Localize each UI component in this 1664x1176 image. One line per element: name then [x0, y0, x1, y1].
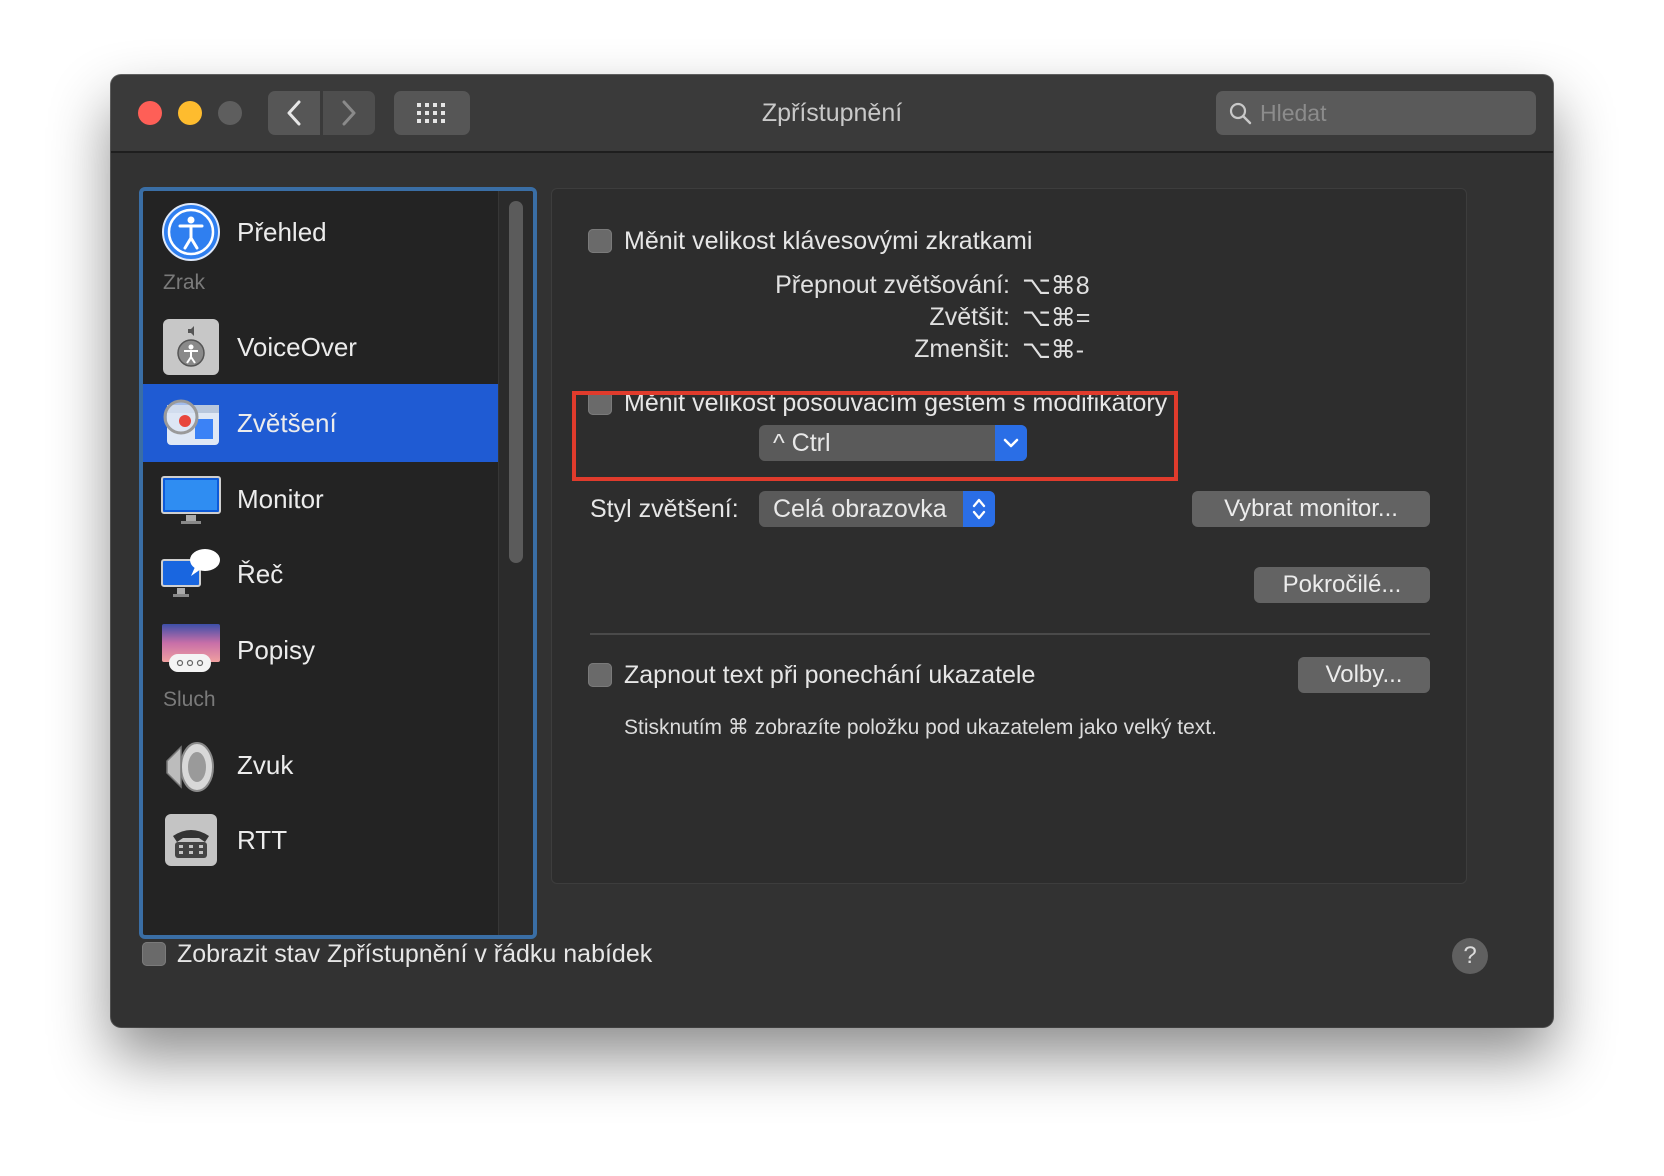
sidebar-item-zoom[interactable]: Zvětšení [143, 384, 499, 462]
display-icon [161, 476, 221, 524]
shortcut-zoom-out-keys: ⌥⌘- [1022, 336, 1085, 364]
keyboard-shortcuts-checkbox[interactable] [588, 229, 612, 253]
sidebar-item-label: Přehled [237, 216, 327, 247]
sidebar-scrollbar[interactable] [498, 191, 533, 935]
sidebar-item-voiceover[interactable]: VoiceOver [143, 308, 499, 386]
highlight-box [572, 391, 1178, 481]
voiceover-icon [163, 319, 219, 375]
shortcut-toggle-keys: ⌥⌘8 [1022, 272, 1090, 300]
sidebar[interactable]: Přehled Zrak VoiceOver Zvětšení Monitor … [139, 187, 537, 939]
hover-text-hint: Stisknutím ⌘ zobrazíte položku pod ukaza… [624, 716, 1217, 739]
menu-bar-status-label: Zobrazit stav Zpřístupnění v řádku nabíd… [177, 940, 653, 968]
sidebar-scroll-thumb[interactable] [509, 201, 523, 563]
speaker-icon [166, 742, 214, 792]
accessibility-icon [162, 203, 220, 261]
sidebar-item-label: RTT [237, 824, 288, 855]
menu-bar-status-checkbox[interactable] [142, 942, 166, 966]
sidebar-section-vision: Zrak [163, 271, 205, 294]
advanced-button[interactable]: Pokročilé... [1254, 567, 1430, 603]
hover-text-label: Zapnout text při ponechání ukazatele [624, 661, 1036, 689]
sidebar-list: Přehled Zrak VoiceOver Zvětšení Monitor … [143, 191, 499, 935]
search-icon [1229, 102, 1252, 125]
sidebar-item-label: Řeč [237, 558, 284, 589]
sidebar-item-display[interactable]: Monitor [143, 460, 499, 538]
up-down-arrows-icon [963, 491, 995, 527]
search-placeholder: Hledat [1260, 99, 1327, 126]
divider [590, 633, 1430, 635]
sidebar-item-sound[interactable]: Zvuk [143, 726, 499, 804]
title-bar: Zpřístupnění Hledat [111, 75, 1553, 153]
sidebar-item-label: Monitor [237, 483, 324, 514]
options-button[interactable]: Volby... [1298, 657, 1430, 693]
zoom-style-value: Celá obrazovka [773, 494, 947, 523]
zoom-style-label: Styl zvětšení: [590, 495, 739, 523]
sidebar-item-captions[interactable]: Popisy [143, 611, 499, 689]
sidebar-item-speech[interactable]: Řeč [143, 535, 499, 613]
zoom-icon [163, 399, 219, 445]
sidebar-item-rtt[interactable]: RTT [143, 801, 499, 879]
shortcut-toggle-label: Přepnout zvětšování: [775, 271, 1010, 299]
captions-icon [162, 624, 220, 672]
sidebar-section-hearing: Sluch [163, 688, 216, 711]
search-field[interactable]: Hledat [1216, 91, 1536, 135]
sidebar-item-label: Zvuk [237, 749, 294, 780]
speech-icon [161, 549, 220, 597]
zoom-settings-pane: Měnit velikost klávesovými zkratkami Pře… [551, 188, 1467, 884]
shortcut-zoom-out-label: Zmenšit: [914, 335, 1010, 363]
sidebar-item-label: Popisy [237, 634, 316, 665]
help-button[interactable]: ? [1452, 938, 1488, 974]
shortcut-zoom-in-keys: ⌥⌘= [1022, 304, 1091, 332]
sidebar-item-overview[interactable]: Přehled [143, 193, 499, 271]
system-preferences-window: Zpřístupnění Hledat Přehled Zrak VoiceOv… [111, 75, 1553, 1027]
sidebar-item-label: VoiceOver [237, 331, 357, 362]
sidebar-item-label: Zvětšení [237, 407, 337, 438]
hover-text-checkbox[interactable] [588, 663, 612, 687]
zoom-style-select[interactable]: Celá obrazovka [759, 491, 995, 527]
shortcut-zoom-in-label: Zvětšit: [929, 303, 1010, 331]
telephone-icon [165, 814, 217, 866]
choose-display-button[interactable]: Vybrat monitor... [1192, 491, 1430, 527]
keyboard-shortcuts-label: Měnit velikost klávesovými zkratkami [624, 227, 1033, 255]
